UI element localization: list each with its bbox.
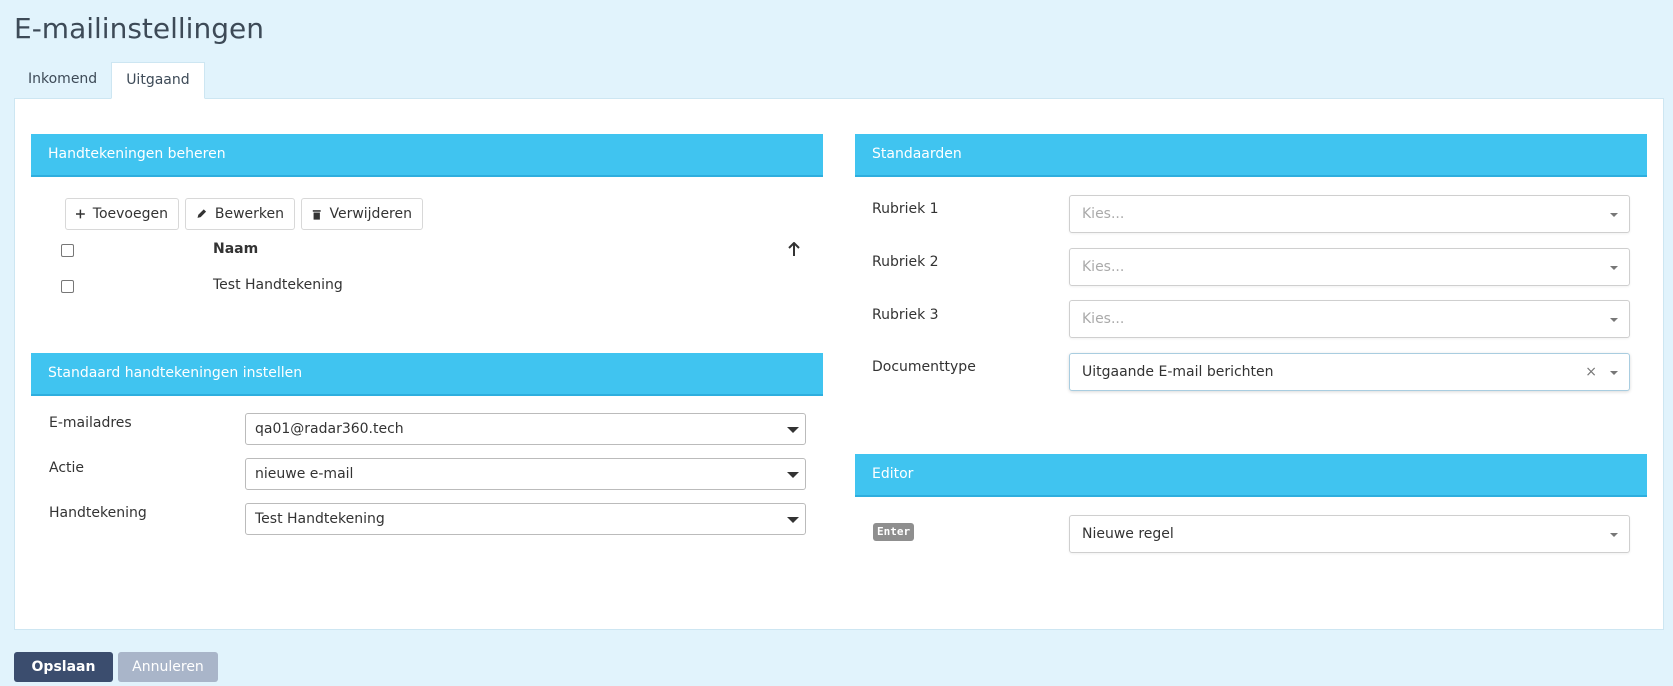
sort-arrow-up-icon[interactable] <box>788 242 800 256</box>
tab-inkomend[interactable]: Inkomend <box>14 62 111 99</box>
table-row-name[interactable]: Test Handtekening <box>213 277 343 293</box>
rubriek-1-select[interactable]: Kies... <box>1069 195 1630 233</box>
documenttype-label: Documenttype <box>872 359 976 375</box>
row-checkbox[interactable] <box>61 280 74 293</box>
select-all-checkbox[interactable] <box>61 244 74 257</box>
rubriek-1-placeholder: Kies... <box>1082 206 1125 222</box>
signatures-section-header: Handtekeningen beheren <box>31 134 823 177</box>
rubriek-2-placeholder: Kies... <box>1082 259 1125 275</box>
clear-icon[interactable]: × <box>1585 354 1597 390</box>
default-signatures-section-header: Standaard handtekeningen instellen <box>31 353 823 396</box>
email-address-label: E-mailadres <box>49 415 132 431</box>
cancel-button[interactable]: Annuleren <box>118 652 218 682</box>
add-button[interactable]: Toevoegen <box>65 198 179 230</box>
column-header-naam[interactable]: Naam <box>213 241 258 257</box>
rubriek-3-label: Rubriek 3 <box>872 307 939 323</box>
action-value: nieuwe e-mail <box>255 466 354 482</box>
enter-key-badge: Enter <box>873 523 915 541</box>
page-title: E-mailinstellingen <box>14 12 264 45</box>
signature-value: Test Handtekening <box>255 511 385 527</box>
dropdown-caret-icon <box>787 427 799 433</box>
documenttype-select[interactable]: Uitgaande E-mail berichten × <box>1069 353 1630 391</box>
dropdown-caret-icon <box>1610 266 1618 270</box>
rubriek-3-placeholder: Kies... <box>1082 311 1125 327</box>
signature-label: Handtekening <box>49 505 147 521</box>
rubriek-2-label: Rubriek 2 <box>872 254 939 270</box>
plus-icon <box>76 209 85 219</box>
action-select[interactable]: nieuwe e-mail <box>245 458 806 490</box>
action-label: Actie <box>49 460 85 476</box>
tab-bar: Inkomend Uitgaand <box>14 62 205 99</box>
enter-behavior-select[interactable]: Nieuwe regel <box>1069 515 1630 553</box>
delete-button-label: Verwijderen <box>329 206 412 222</box>
save-button[interactable]: Opslaan <box>14 652 113 682</box>
trash-icon <box>312 209 321 220</box>
email-address-value: qa01@radar360.tech <box>255 421 404 437</box>
editor-section-header: Editor <box>855 454 1647 497</box>
defaults-section-header: Standaarden <box>855 134 1647 177</box>
tab-uitgaand[interactable]: Uitgaand <box>111 62 205 99</box>
rubriek-1-label: Rubriek 1 <box>872 201 939 217</box>
edit-button[interactable]: Bewerken <box>185 198 295 230</box>
edit-button-label: Bewerken <box>214 206 284 222</box>
dropdown-caret-icon <box>787 472 799 478</box>
dropdown-caret-icon <box>1610 213 1618 217</box>
dropdown-caret-icon <box>1610 533 1618 537</box>
signature-select[interactable]: Test Handtekening <box>245 503 806 535</box>
rubriek-3-select[interactable]: Kies... <box>1069 300 1630 338</box>
email-address-select[interactable]: qa01@radar360.tech <box>245 413 806 445</box>
settings-panel: Handtekeningen beheren Toevoegen Bewerke… <box>14 98 1664 630</box>
delete-button[interactable]: Verwijderen <box>301 198 423 230</box>
dropdown-caret-icon <box>1610 318 1618 322</box>
enter-behavior-value: Nieuwe regel <box>1082 526 1174 542</box>
pencil-icon <box>197 209 207 218</box>
add-button-label: Toevoegen <box>92 206 168 222</box>
dropdown-caret-icon <box>1610 371 1618 375</box>
dropdown-caret-icon <box>787 517 799 523</box>
rubriek-2-select[interactable]: Kies... <box>1069 248 1630 286</box>
documenttype-value: Uitgaande E-mail berichten <box>1082 364 1274 380</box>
